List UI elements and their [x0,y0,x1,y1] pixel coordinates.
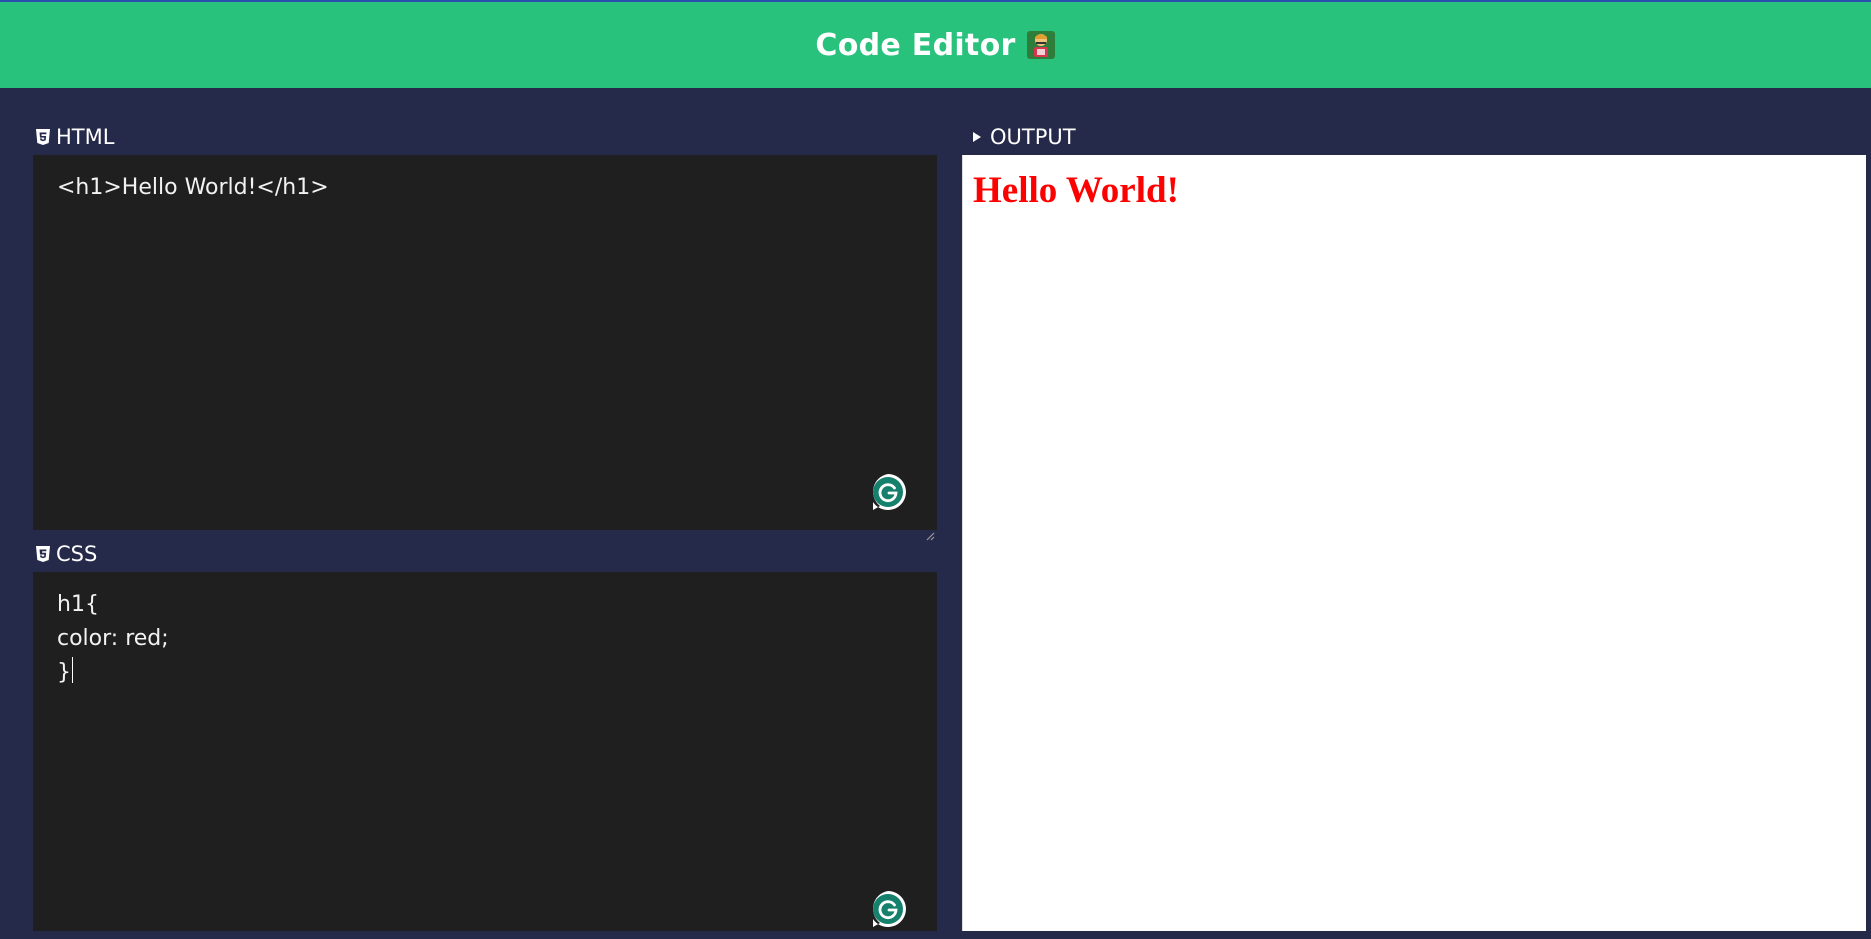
output-panel-label: OUTPUT [968,125,1076,149]
rendered-heading: Hello World! [973,170,1179,211]
text-cursor [72,657,73,683]
developer-mascot-icon [1026,29,1056,61]
grammarly-icon[interactable] [869,473,907,511]
app-title: Code Editor [815,27,1016,63]
output-preview-frame[interactable]: Hello World! [962,155,1866,931]
css3-icon [34,545,52,563]
html-code-line: <h1>Hello World!</h1> [57,175,329,200]
html5-icon [34,128,52,146]
output-label-text: OUTPUT [990,125,1076,149]
html-code-editor[interactable]: <h1>Hello World!</h1> [33,155,937,541]
html-label-text: HTML [56,125,115,149]
grammarly-icon[interactable] [869,890,907,928]
resize-handle-icon[interactable] [925,518,935,541]
html-panel-label: HTML [34,125,114,149]
css-code-line: h1{ [57,592,99,617]
css-code-editor[interactable]: h1{ color: red; } [33,572,937,931]
css-code-line: color: red; [57,626,169,651]
css-label-text: CSS [56,542,98,566]
app-header: Code Editor [0,2,1871,88]
css-code-line: } [57,660,71,685]
play-triangle-icon [968,128,986,146]
css-panel-label: CSS [34,542,97,566]
